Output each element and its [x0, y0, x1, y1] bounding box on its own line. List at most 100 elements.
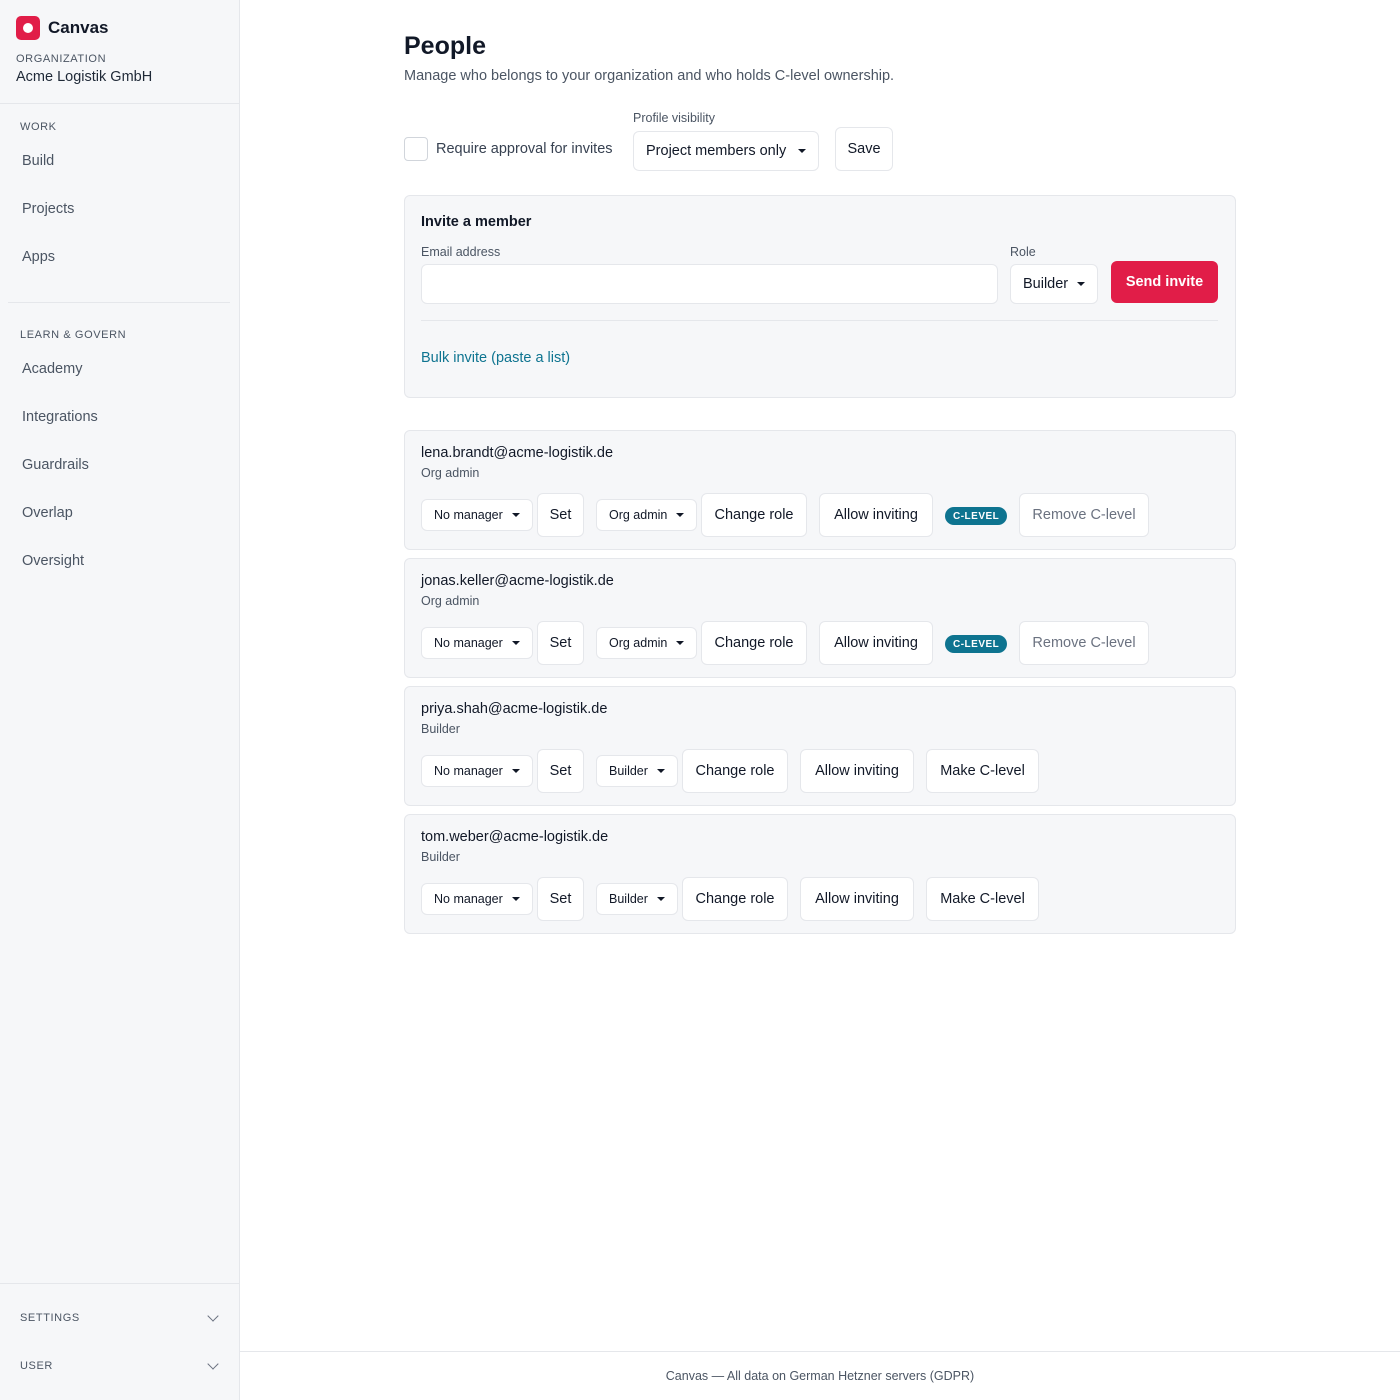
canvas-logo-icon [16, 16, 40, 40]
change-role-button[interactable]: Change role [701, 493, 807, 537]
footer-text: Canvas — All data on German Hetzner serv… [665, 1369, 975, 1383]
allow-inviting-button[interactable]: Allow inviting [819, 493, 933, 537]
member-email: jonas.keller@acme-logistik.de [421, 573, 614, 589]
role-select[interactable]: Org admin [596, 627, 697, 659]
change-role-button[interactable]: Change role [682, 877, 788, 921]
member-card: lena.brandt@acme-logistik.de Org admin N… [404, 430, 1236, 550]
manager-value: No manager [434, 636, 503, 650]
allow-inviting-button[interactable]: Allow inviting [800, 749, 914, 793]
make-c-level-button[interactable]: Make C-level [926, 749, 1039, 793]
member-email: tom.weber@acme-logistik.de [421, 829, 609, 845]
profile-visibility-select[interactable]: Project members only [633, 131, 819, 171]
sidebar-item-academy[interactable]: Academy [8, 351, 230, 387]
checkbox-box[interactable] [404, 137, 428, 161]
set-manager-button[interactable]: Set [537, 621, 584, 665]
manager-value: No manager [434, 892, 503, 906]
member-role: Builder [421, 850, 460, 864]
footer: Canvas — All data on German Hetzner serv… [240, 1351, 1400, 1400]
set-manager-button[interactable]: Set [537, 493, 584, 537]
caret-down-icon [657, 897, 665, 901]
remove-c-level-button[interactable]: Remove C-level [1019, 493, 1149, 537]
sidebar-section-learn: LEARN & GOVERN [20, 329, 127, 341]
sidebar-item-apps[interactable]: Apps [8, 239, 230, 275]
org-caption: ORGANIZATION [16, 53, 107, 65]
sidebar-divider [8, 302, 230, 303]
member-role: Org admin [421, 594, 480, 608]
member-card: tom.weber@acme-logistik.de Builder No ma… [404, 814, 1236, 934]
require-approval-checkbox[interactable]: Require approval for invites [404, 137, 613, 161]
settings-toggle[interactable]: SETTINGS [0, 1294, 239, 1342]
invite-divider [421, 320, 1218, 321]
manager-select[interactable]: No manager [421, 627, 533, 659]
member-email: priya.shah@acme-logistik.de [421, 701, 608, 717]
manager-value: No manager [434, 508, 503, 522]
change-role-button[interactable]: Change role [701, 621, 807, 665]
make-c-level-button[interactable]: Make C-level [926, 877, 1039, 921]
manager-select[interactable]: No manager [421, 755, 533, 787]
caret-down-icon [512, 769, 520, 773]
sidebar-item-projects[interactable]: Projects [8, 191, 230, 227]
member-card: priya.shah@acme-logistik.de Builder No m… [404, 686, 1236, 806]
sidebar-item-integrations[interactable]: Integrations [8, 399, 230, 435]
role-select-value: Builder [609, 892, 648, 906]
settings-label: SETTINGS [20, 1312, 80, 1324]
role-select-value: Builder [609, 764, 648, 778]
send-invite-button[interactable]: Send invite [1111, 261, 1218, 303]
role-select-value: Org admin [609, 636, 668, 650]
bulk-invite-link[interactable]: Bulk invite (paste a list) [421, 350, 570, 366]
chevron-down-icon [207, 1310, 219, 1322]
c-level-badge: C-LEVEL [945, 635, 1008, 653]
page-subtitle: Manage who belongs to your organization … [404, 68, 895, 84]
sidebar-divider [0, 103, 239, 104]
sidebar-item-build[interactable]: Build [8, 143, 230, 179]
caret-down-icon [657, 769, 665, 773]
member-email: lena.brandt@acme-logistik.de [421, 445, 614, 461]
allow-inviting-button[interactable]: Allow inviting [819, 621, 933, 665]
member-role: Org admin [421, 466, 480, 480]
set-manager-button[interactable]: Set [537, 877, 584, 921]
brand-name: Canvas [48, 18, 109, 37]
caret-down-icon [676, 641, 684, 645]
user-label: USER [20, 1360, 53, 1372]
caret-down-icon [512, 641, 520, 645]
caret-down-icon [1077, 282, 1085, 286]
email-input[interactable] [421, 264, 998, 304]
role-select[interactable]: Org admin [596, 499, 697, 531]
profile-visibility-label: Profile visibility [633, 111, 715, 125]
manager-select[interactable]: No manager [421, 499, 533, 531]
allow-inviting-button[interactable]: Allow inviting [800, 877, 914, 921]
manager-value: No manager [434, 764, 503, 778]
require-approval-label: Require approval for invites [436, 141, 613, 157]
manager-select[interactable]: No manager [421, 883, 533, 915]
invite-card: Invite a member Email address Role Build… [404, 195, 1236, 398]
email-label: Email address [421, 245, 501, 259]
role-label: Role [1010, 245, 1036, 259]
invite-title: Invite a member [421, 214, 532, 230]
caret-down-icon [512, 513, 520, 517]
caret-down-icon [512, 897, 520, 901]
change-role-button[interactable]: Change role [682, 749, 788, 793]
sidebar-item-overlap[interactable]: Overlap [8, 495, 230, 531]
remove-c-level-button[interactable]: Remove C-level [1019, 621, 1149, 665]
set-manager-button[interactable]: Set [537, 749, 584, 793]
user-toggle[interactable]: USER [0, 1342, 239, 1390]
main-content: People Manage who belongs to your organi… [240, 0, 1400, 1352]
role-select[interactable]: Builder [596, 883, 678, 915]
role-select[interactable]: Builder [596, 755, 678, 787]
sidebar-divider [0, 1283, 239, 1284]
brand[interactable]: Canvas [16, 16, 108, 40]
member-card: jonas.keller@acme-logistik.de Org admin … [404, 558, 1236, 678]
c-level-badge: C-LEVEL [945, 507, 1008, 525]
save-button[interactable]: Save [835, 127, 893, 171]
role-select-value: Org admin [609, 508, 668, 522]
sidebar-item-oversight[interactable]: Oversight [8, 543, 230, 579]
page-title: People [404, 32, 486, 60]
sidebar-item-guardrails[interactable]: Guardrails [8, 447, 230, 483]
caret-down-icon [676, 513, 684, 517]
invite-role-select[interactable]: Builder [1010, 264, 1098, 304]
member-role: Builder [421, 722, 460, 736]
sidebar: Canvas ORGANIZATION Acme Logistik GmbH W… [0, 0, 240, 1400]
invite-role-value: Builder [1023, 276, 1069, 292]
profile-visibility-value: Project members only [646, 143, 787, 159]
caret-down-icon [798, 149, 806, 153]
